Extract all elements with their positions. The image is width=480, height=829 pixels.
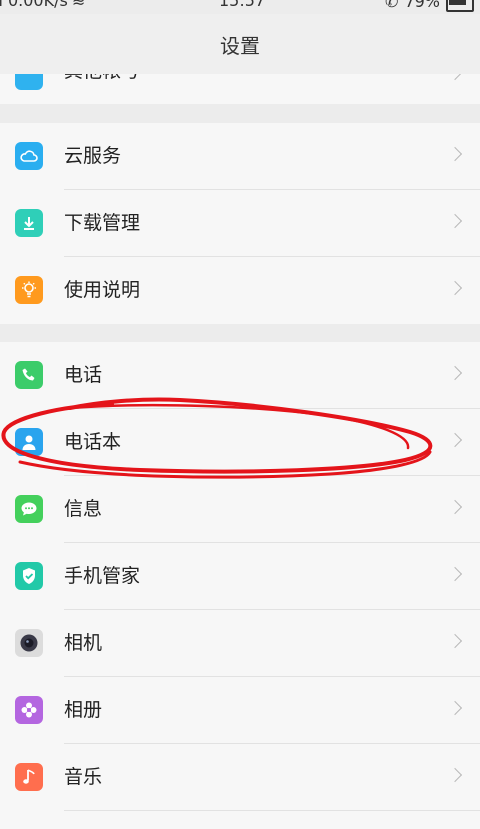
- chevron-right-icon: [447, 365, 463, 381]
- music-icon: [15, 763, 43, 791]
- list-item-downloads[interactable]: 下载管理: [0, 190, 480, 257]
- settings-group-apps: 电话 电话本 信息 手机管家 相机 相册 音乐: [0, 342, 480, 829]
- bulb-icon: [15, 276, 43, 304]
- contacts-icon: [15, 428, 43, 456]
- message-icon: [15, 495, 43, 523]
- gallery-icon: [15, 696, 43, 724]
- list-item-label: 信息: [64, 498, 103, 520]
- list-item-label: 音乐: [64, 766, 103, 788]
- chevron-right-icon: [447, 146, 463, 162]
- list-item-contacts[interactable]: 电话本: [0, 409, 480, 476]
- battery-percent: 79%: [404, 0, 440, 11]
- list-item-cloud[interactable]: 云服务: [0, 123, 480, 190]
- list-item-label: 云服务: [64, 145, 122, 167]
- list-item-label: 相册: [64, 699, 103, 721]
- wifi-icon: ≋: [71, 0, 86, 10]
- list-item-label: 相机: [64, 632, 103, 654]
- camera-icon: [15, 629, 43, 657]
- call-icon: ✆: [385, 0, 399, 11]
- list-item-gallery[interactable]: 相册: [0, 677, 480, 744]
- chevron-right-icon: [447, 213, 463, 229]
- clock: 15:57: [219, 0, 266, 10]
- list-item-music[interactable]: 音乐: [0, 744, 480, 811]
- list-item-phone-manager[interactable]: 手机管家: [0, 543, 480, 610]
- chevron-right-icon: [447, 280, 463, 296]
- list-item-user-guide[interactable]: 使用说明: [0, 257, 480, 324]
- network-speed-text: ll 0.00K/s: [0, 0, 68, 10]
- chevron-right-icon: [447, 566, 463, 582]
- chevron-right-icon: [447, 74, 463, 81]
- list-item-label: 其他帐号: [64, 74, 140, 83]
- status-right: ✆ 79%: [385, 0, 474, 12]
- download-icon: [15, 209, 43, 237]
- battery-icon: [446, 0, 474, 12]
- page-title: 设置: [220, 33, 260, 58]
- chevron-right-icon: [447, 499, 463, 515]
- cloud-icon: [15, 142, 43, 170]
- list-item-messages[interactable]: 信息: [0, 476, 480, 543]
- list-item-label: 使用说明: [64, 279, 141, 301]
- list-item-label: 下载管理: [64, 212, 141, 234]
- list-item-camera[interactable]: 相机: [0, 610, 480, 677]
- chevron-right-icon: [447, 432, 463, 448]
- status-bar: ll 0.00K/s ≋ 15:57 ✆ 79%: [0, 0, 480, 14]
- list-item-label: 电话本: [64, 431, 122, 453]
- list-item-other-accounts[interactable]: 其他帐号: [0, 74, 480, 104]
- shield-icon: [15, 562, 43, 590]
- settings-group-services: 云服务 下载管理 使用说明: [0, 123, 480, 324]
- chevron-right-icon: [447, 700, 463, 716]
- phone-icon: [15, 361, 43, 389]
- title-bar: 设置: [0, 14, 480, 74]
- list-item-label: 电话: [64, 364, 103, 386]
- chevron-right-icon: [447, 767, 463, 783]
- chevron-right-icon: [447, 633, 463, 649]
- divider: [64, 810, 480, 811]
- list-item-label: 手机管家: [64, 565, 141, 587]
- account-icon: [15, 74, 43, 90]
- network-speed: ll 0.00K/s ≋: [0, 0, 86, 10]
- list-item-phone[interactable]: 电话: [0, 342, 480, 409]
